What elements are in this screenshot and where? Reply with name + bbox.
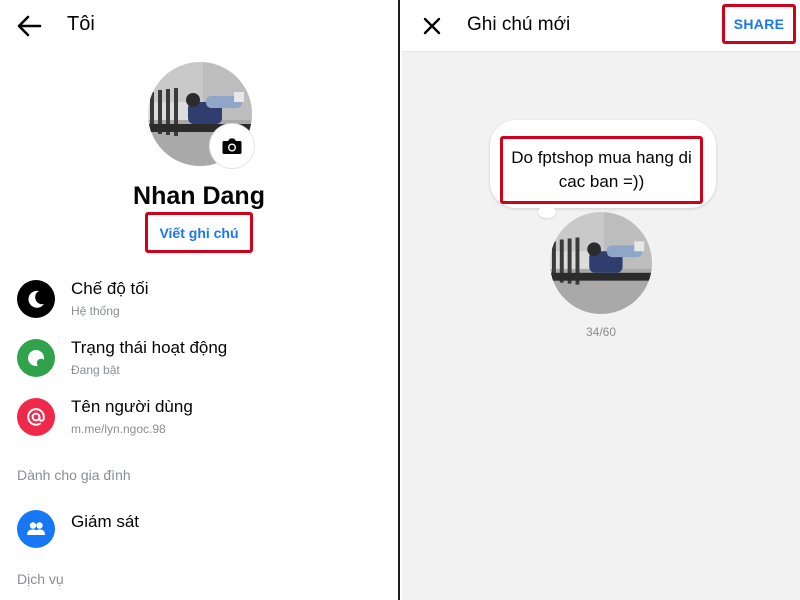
menu-item-username[interactable]: Tên người dùng m.me/lyn.ngoc.98 — [0, 390, 398, 446]
profile-header: Tôi — [0, 0, 398, 52]
character-count: 34/60 — [585, 325, 617, 339]
menu-item-dark-mode[interactable]: Chế độ tối Hệ thống — [0, 272, 398, 328]
menu-item-label: Trạng thái hoạt động — [71, 338, 228, 357]
write-note-button[interactable]: Viết ghi chú — [145, 212, 253, 253]
new-note-panel: Ghi chú mới SHARE Do fptshop mua hang di… — [402, 0, 800, 600]
new-note-header: Ghi chú mới SHARE — [402, 0, 800, 52]
moon-icon — [17, 280, 55, 318]
menu-item-supervision[interactable]: Giám sát — [0, 502, 398, 558]
close-button[interactable] — [418, 12, 446, 40]
profile-panel: Tôi Nhan Dang Viết ghi chú Chế độ tối Hệ… — [0, 0, 400, 600]
note-bubble-tail — [538, 206, 556, 218]
section-family-label: Dành cho gia đình — [17, 467, 131, 483]
at-sign-icon — [17, 398, 55, 436]
section-services-label: Dịch vụ — [17, 571, 64, 587]
menu-item-label: Giám sát — [71, 512, 140, 531]
change-photo-button[interactable] — [210, 124, 254, 168]
camera-icon — [222, 138, 242, 154]
menu-item-label: Tên người dùng — [71, 397, 193, 416]
note-avatar — [550, 212, 652, 314]
active-status-icon — [17, 339, 55, 377]
back-button[interactable] — [14, 12, 44, 40]
people-icon — [17, 510, 55, 548]
menu-item-sub: Đang bật — [71, 363, 120, 377]
menu-item-active-status[interactable]: Trạng thái hoạt động Đang bật — [0, 331, 398, 387]
avatar-photo — [550, 212, 652, 314]
menu-item-label: Chế độ tối — [71, 279, 149, 298]
share-button[interactable]: SHARE — [722, 4, 796, 44]
back-arrow-icon — [17, 15, 42, 37]
note-text-input[interactable]: Do fptshop mua hang di cac ban =)) — [500, 136, 703, 204]
menu-item-sub: m.me/lyn.ngoc.98 — [71, 422, 166, 436]
profile-avatar-wrap — [148, 62, 254, 168]
menu-item-sub: Hệ thống — [71, 304, 120, 318]
profile-name: Nhan Dang — [133, 182, 265, 210]
close-icon — [423, 17, 441, 35]
page-title: Tôi — [67, 13, 95, 35]
new-note-title: Ghi chú mới — [467, 14, 571, 35]
